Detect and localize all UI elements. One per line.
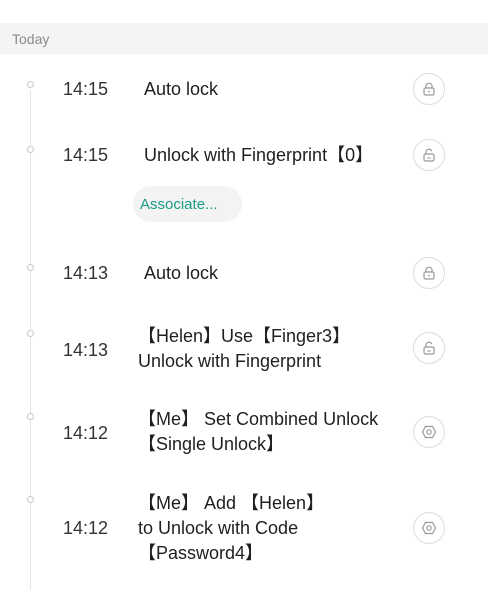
timeline-dot [27, 264, 34, 271]
event-time: 14:13 [63, 263, 109, 283]
section-header: Today [0, 23, 488, 54]
lock-open-icon [413, 139, 445, 171]
lock-open-icon [413, 332, 445, 364]
timeline-line [30, 90, 31, 590]
event-text: Auto lock [144, 263, 219, 283]
timeline-dot [27, 330, 34, 337]
event-text: Unlock with Fingerprint【0】 [144, 145, 374, 165]
section-label: Today [12, 31, 50, 47]
event-time: 14:12 [63, 423, 109, 443]
event-time: 14:13 [63, 340, 109, 360]
settings-hexagon-icon [413, 416, 445, 448]
timeline-dot [27, 496, 34, 503]
settings-hexagon-icon [413, 512, 445, 544]
event-time: 14:15 [63, 79, 109, 99]
timeline-dot [27, 413, 34, 420]
timeline-dot [27, 81, 34, 88]
associate-button[interactable]: Associate... [133, 186, 242, 222]
top-spacer [0, 0, 488, 23]
lock-closed-icon [413, 257, 445, 289]
event-text: 【Me】 Add 【Helen】 to Unlock with Code 【Pa… [138, 493, 325, 563]
lock-closed-icon [413, 73, 445, 105]
timeline-dot [27, 146, 34, 153]
event-text: 【Helen】Use【Finger3】 Unlock with Fingerpr… [138, 326, 351, 371]
event-text: 【Me】 Set Combined Unlock 【Single Unlock】 [138, 409, 379, 454]
event-time: 14:12 [63, 518, 109, 538]
event-time: 14:15 [63, 145, 109, 165]
event-text: Auto lock [144, 79, 219, 99]
